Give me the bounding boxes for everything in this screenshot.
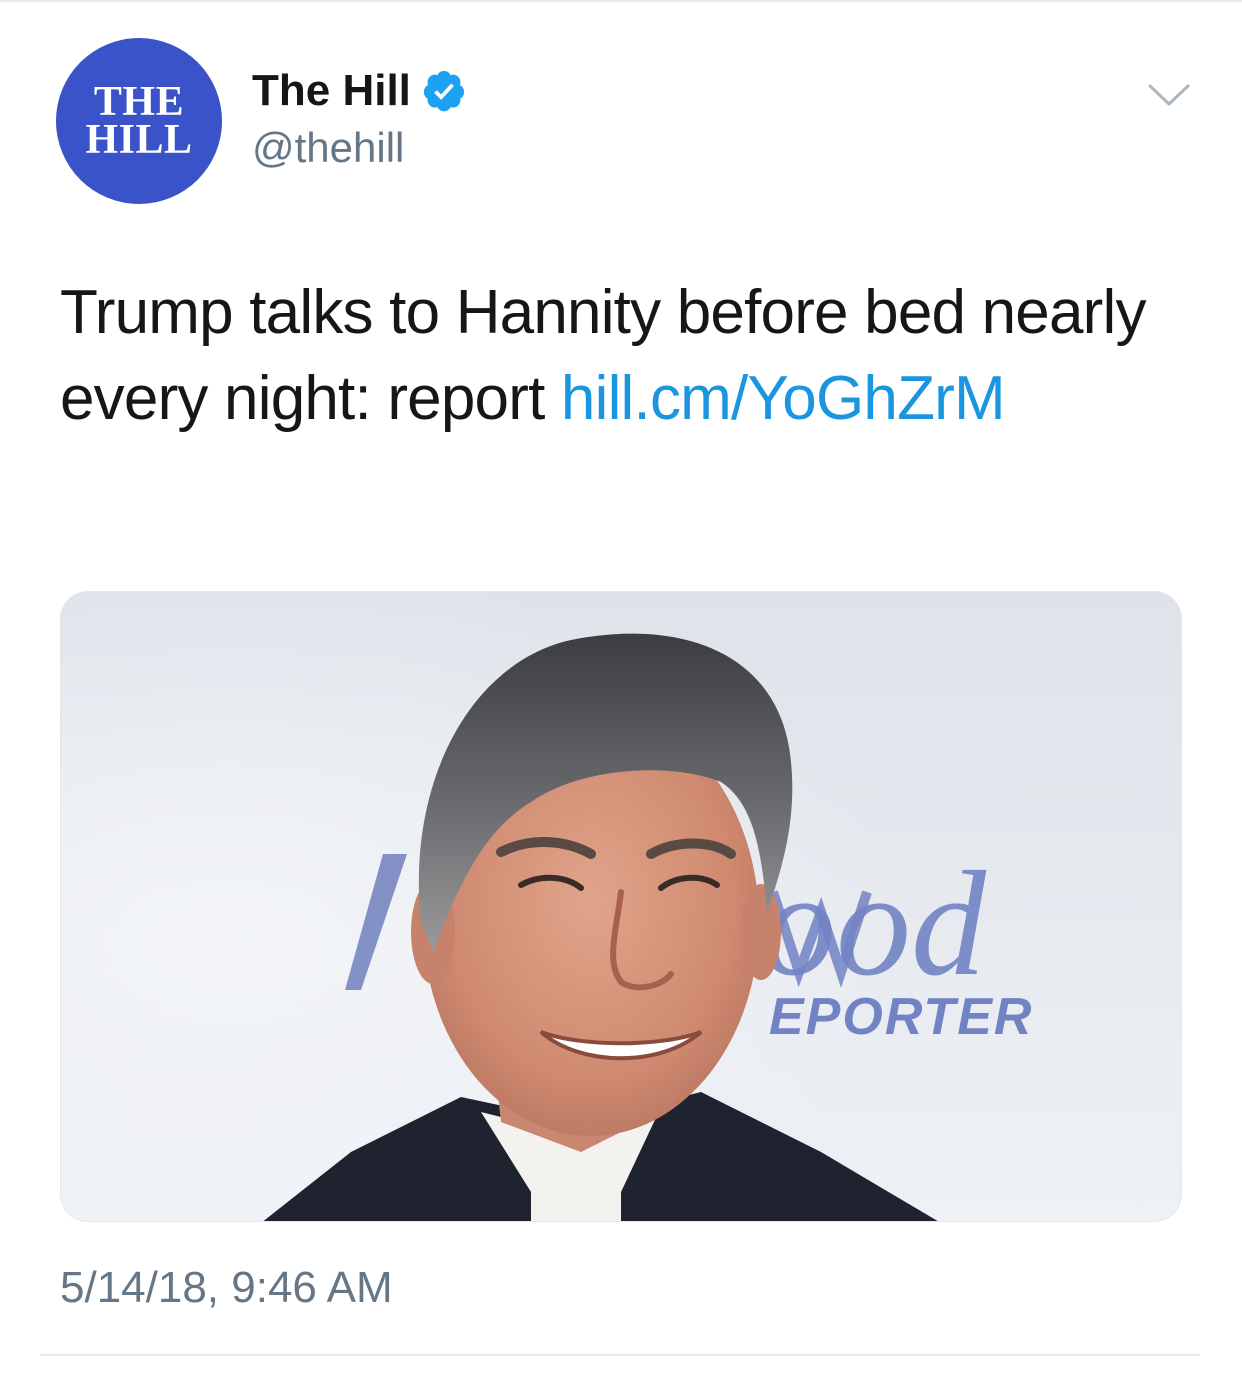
tweet-media-photo[interactable]: ood EPORTER: [60, 591, 1182, 1222]
backdrop-text-eporter: EPORTER: [769, 988, 1033, 1046]
account-name-row[interactable]: The Hill: [252, 66, 467, 116]
avatar-text-line-2: HILL: [85, 117, 193, 163]
ear-right: [741, 884, 781, 980]
photo-illustration: ood EPORTER: [61, 592, 1181, 1221]
chevron-down-icon[interactable]: [1146, 80, 1192, 110]
bottom-divider: [40, 1354, 1200, 1356]
tweet-link[interactable]: hill.cm/YoGhZrM: [561, 364, 1006, 433]
display-name[interactable]: The Hill: [252, 66, 411, 116]
tweet-text: Trump talks to Hannity before bed nearly…: [60, 270, 1180, 442]
tweet-timestamp[interactable]: 5/14/18, 9:46 AM: [60, 1262, 393, 1314]
backdrop-text-ood: ood: [761, 841, 987, 1007]
avatar-text-line-1: THE: [93, 79, 185, 125]
verified-badge-icon: [423, 70, 465, 112]
top-divider: [0, 0, 1242, 2]
account-handle[interactable]: @thehill: [252, 124, 404, 172]
account-avatar[interactable]: THE HILL: [56, 38, 222, 204]
